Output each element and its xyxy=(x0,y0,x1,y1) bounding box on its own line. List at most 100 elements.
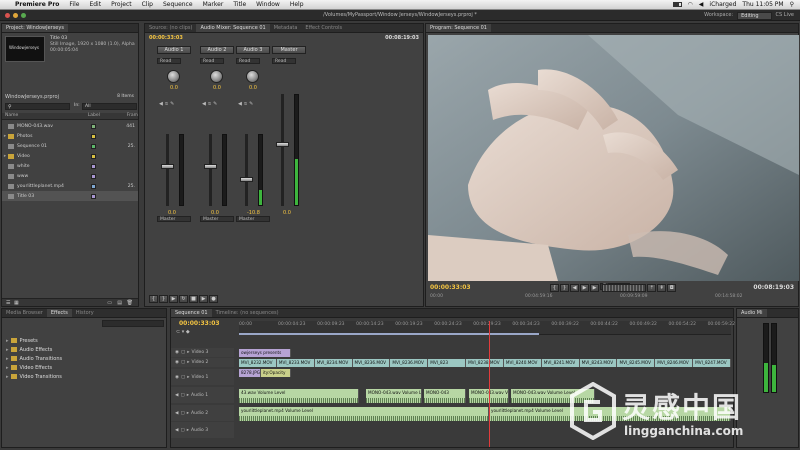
project-search-input[interactable]: ⚲ xyxy=(5,103,70,110)
effects-folder[interactable]: ▸ Video Effects xyxy=(2,363,166,372)
disclosure-triangle-icon[interactable]: ▸ xyxy=(6,374,9,380)
minimize-window-icon[interactable] xyxy=(13,13,18,18)
disclosure-triangle-icon[interactable]: ▸ xyxy=(6,356,9,362)
effects-folder[interactable]: ▸ Audio Effects xyxy=(2,345,166,354)
pan-knob[interactable] xyxy=(210,70,223,83)
volume-fader[interactable] xyxy=(161,164,174,170)
volume-value[interactable]: 0.0 xyxy=(283,210,291,216)
output-select[interactable]: Master xyxy=(200,216,234,222)
trash-icon[interactable]: 🗑 xyxy=(127,300,133,306)
program-video-frame[interactable] xyxy=(428,35,799,281)
mixer-timecode-left[interactable]: 00:00:33:03 xyxy=(149,35,183,41)
tab-mixer-0[interactable]: Source: (no clips) xyxy=(145,24,196,32)
solo-icon[interactable]: ⦸ xyxy=(244,101,247,107)
project-item[interactable]: yourlittleplanet.mp4 25. xyxy=(2,181,138,191)
pan-knob[interactable] xyxy=(167,70,180,83)
solo-icon[interactable]: ⦸ xyxy=(208,101,211,107)
tab-project[interactable]: Project: WindowJerseys xyxy=(2,24,68,32)
automation-mode-select[interactable]: Read xyxy=(157,58,181,64)
tab-mixer-1[interactable]: Audio Mixer: Sequence 01 xyxy=(196,24,270,32)
close-window-icon[interactable] xyxy=(5,13,10,18)
step-back-button[interactable]: ◀ xyxy=(570,284,579,292)
video-2-clip[interactable]: MVI_8245.MOV xyxy=(617,359,656,367)
lift-button[interactable]: ⇡ xyxy=(647,284,657,292)
set-encore-icon[interactable]: ◆ xyxy=(186,329,190,335)
video-2-clip[interactable]: MVI_8232.MOV xyxy=(239,359,277,367)
list-view-icon[interactable]: ☰ xyxy=(6,300,10,306)
disclosure-triangle-icon[interactable]: ▸ xyxy=(6,347,9,353)
eye-icon[interactable]: ◉ xyxy=(175,360,179,365)
video-2-clip[interactable]: MVI_8233.MOV xyxy=(276,359,315,367)
icon-view-icon[interactable]: ▦ xyxy=(14,300,19,306)
project-item[interactable]: ▸ Photos xyxy=(2,131,138,141)
export-frame-button[interactable]: ◘ xyxy=(667,284,677,292)
tab-audio-meters[interactable]: Audio Mi xyxy=(737,309,767,317)
opacity-keyframe-label[interactable]: ity:Opacity xyxy=(261,369,291,377)
battery-icon[interactable] xyxy=(672,2,682,7)
lock-icon[interactable]: ▢ xyxy=(180,411,184,416)
disclosure-triangle-icon[interactable]: ▸ xyxy=(187,411,189,416)
effects-folder[interactable]: ▸ Audio Transitions xyxy=(2,354,166,363)
stop-button[interactable]: ■ xyxy=(189,295,198,303)
video-2-clip[interactable]: MVI_8236.MOV xyxy=(352,359,391,367)
track-header[interactable]: ◀ ▢ ▸ Audio 2 xyxy=(171,405,234,421)
tab-effects-1[interactable]: Effects xyxy=(46,309,72,317)
col-frame[interactable]: Fram xyxy=(124,113,138,119)
automation-mode-select[interactable]: Read xyxy=(200,58,224,64)
pan-value[interactable]: 0.0 xyxy=(170,85,197,91)
eye-icon[interactable]: ◉ xyxy=(175,350,179,355)
mark-out-button[interactable]: } xyxy=(560,284,569,292)
speaker-icon[interactable]: ◀ xyxy=(175,428,178,433)
play-button[interactable]: ▶ xyxy=(199,295,208,303)
video-2-clip[interactable]: MVI_823 xyxy=(428,359,467,367)
speaker-icon[interactable]: ◀ xyxy=(175,411,178,416)
video-1-clip[interactable]: 8278.JPG xyxy=(239,369,261,377)
project-item[interactable]: Title 03 xyxy=(2,191,138,201)
solo-icon[interactable]: ⦸ xyxy=(165,101,168,107)
volume-fader[interactable] xyxy=(204,164,217,170)
lock-icon[interactable]: ▢ xyxy=(181,360,185,365)
project-item[interactable]: ▸ Video xyxy=(2,151,138,161)
speaker-icon[interactable]: ◀ xyxy=(175,393,178,398)
channel-name[interactable]: Audio 1 xyxy=(157,46,191,54)
project-item[interactable]: Sequence 01 25. xyxy=(2,141,138,151)
track-header[interactable]: ◉ ▢ ▸ Video 2 xyxy=(171,358,234,367)
project-item[interactable]: www xyxy=(2,171,138,181)
output-select[interactable]: Master xyxy=(157,216,191,222)
pan-knob[interactable] xyxy=(246,70,259,83)
cs-live-button[interactable]: CS Live xyxy=(776,10,794,21)
play-button[interactable]: ▶ xyxy=(580,284,589,292)
video-2-clip[interactable]: MVI_8243.MOV xyxy=(579,359,618,367)
effects-folder[interactable]: ▸ Video Transitions xyxy=(2,372,166,381)
new-item-icon[interactable]: ▤ xyxy=(117,300,122,306)
mute-icon[interactable]: ◀ xyxy=(238,101,242,107)
output-select[interactable]: Master xyxy=(236,216,270,222)
track-header[interactable]: ◉ ▢ ▸ Video 3 xyxy=(171,348,234,357)
tab-effects-2[interactable]: History xyxy=(72,309,98,317)
track-header[interactable]: ◀ ▢ ▸ Audio 3 xyxy=(171,422,234,438)
user-name[interactable]: iCharged xyxy=(709,1,736,8)
automation-mode-select[interactable]: Read xyxy=(272,58,296,64)
video-2-clip[interactable]: MVI_8236.MOV xyxy=(390,359,429,367)
mark-in-button[interactable]: { xyxy=(550,284,559,292)
app-menu[interactable]: Premiere Pro xyxy=(10,1,64,8)
menu-window[interactable]: Window xyxy=(251,1,285,8)
play-in-out-button[interactable]: ▶ xyxy=(169,295,178,303)
spotlight-icon[interactable]: ⚲ xyxy=(790,1,794,8)
menu-edit[interactable]: Edit xyxy=(84,1,106,8)
pan-value[interactable]: 0.0 xyxy=(249,85,276,91)
clock[interactable]: Thu 11:05 PM xyxy=(742,1,783,8)
menu-project[interactable]: Project xyxy=(106,1,137,8)
disclosure-triangle-icon[interactable]: ▸ xyxy=(6,365,9,371)
timeline-timecode[interactable]: 00:00:33:03 xyxy=(179,320,220,327)
tab-mixer-3[interactable]: Effect Controls xyxy=(301,24,346,32)
video-3-clip[interactable]: owjerseys presents xyxy=(239,349,291,357)
record-arm-icon[interactable]: ✎ xyxy=(170,101,174,107)
tab-program[interactable]: Program: Sequence 01 xyxy=(426,24,491,32)
lock-icon[interactable]: ▢ xyxy=(180,393,184,398)
eye-icon[interactable]: ◉ xyxy=(175,375,179,380)
new-bin-icon[interactable]: ▭ xyxy=(107,300,112,306)
menu-clip[interactable]: Clip xyxy=(137,1,158,8)
menu-title[interactable]: Title xyxy=(228,1,251,8)
snap-icon[interactable]: ⊂ xyxy=(176,329,180,335)
